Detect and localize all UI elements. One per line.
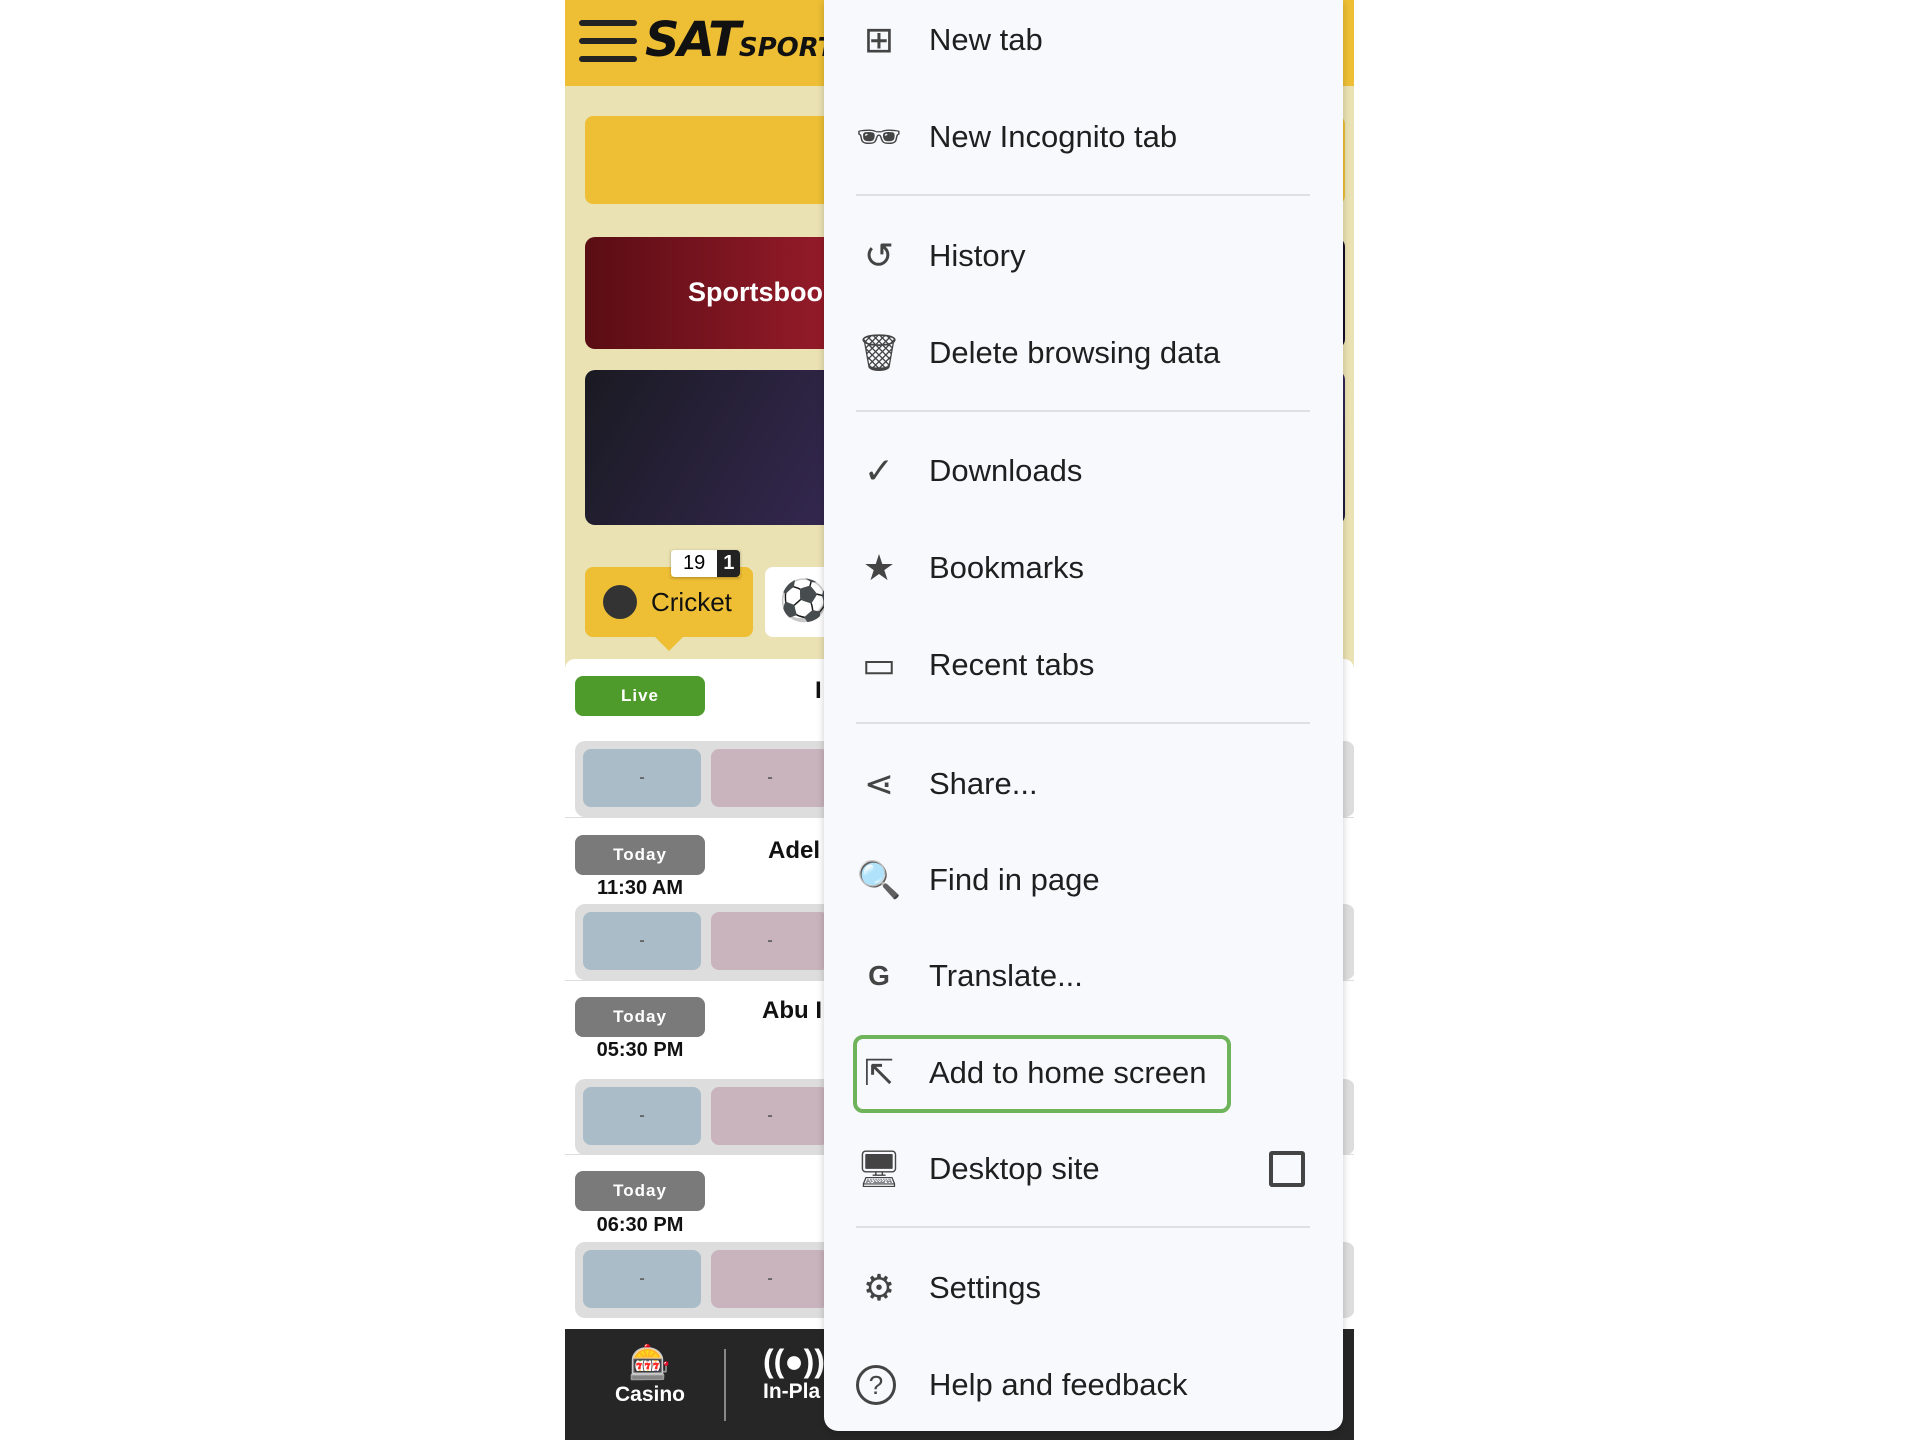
devices-icon: ▭	[861, 644, 896, 685]
trash-icon: 🗑	[856, 332, 902, 373]
menu-item-help-and-feedback[interactable]: ? Help and feedback	[824, 1340, 1343, 1430]
share-icon: ⋖	[863, 763, 895, 804]
menu-label: Share...	[929, 766, 1038, 801]
odds-back[interactable]: -	[583, 912, 701, 970]
match-count: 19	[671, 550, 718, 577]
nav-divider	[724, 1349, 726, 1421]
menu-item-new-incognito-tab[interactable]: 🕶 New Incognito tab	[824, 92, 1343, 182]
match-team[interactable]: Adel	[768, 837, 820, 865]
date-badge: Today	[575, 835, 705, 875]
desktop-icon: 🖥	[856, 1148, 902, 1189]
nav-casino[interactable]: 🎰 Casino	[595, 1343, 705, 1407]
menu-item-bookmarks[interactable]: ★ Bookmarks	[824, 523, 1343, 613]
menu-label: Downloads	[929, 453, 1083, 488]
football-icon: ⚽	[779, 579, 829, 623]
odds-back[interactable]: -	[583, 1087, 701, 1145]
menu-divider	[856, 722, 1310, 724]
menu-item-downloads[interactable]: ✓ Downloads	[824, 426, 1343, 516]
cricket-count-badge: 19 1	[671, 550, 741, 577]
menu-item-share[interactable]: ⋖ Share...	[824, 739, 1343, 829]
menu-label: Translate...	[929, 958, 1083, 993]
menu-item-translate[interactable]: G Translate...	[824, 931, 1343, 1021]
menu-item-new-tab[interactable]: ⊞ New tab	[824, 0, 1343, 85]
tab-cricket[interactable]: Cricket	[585, 567, 753, 651]
menu-label: Bookmarks	[929, 550, 1085, 585]
sportsbook-label: Sportsbook	[688, 277, 839, 307]
menu-item-add-to-home-screen[interactable]: ⇱ Add to home screen	[824, 1028, 1343, 1118]
menu-label: Add to home screen	[929, 1055, 1207, 1090]
logo-main: SAT	[645, 12, 741, 68]
menu-label: Settings	[929, 1270, 1042, 1305]
menu-item-settings[interactable]: ⚙ Settings	[824, 1243, 1343, 1333]
nav-label: Casino	[614, 1383, 685, 1406]
menu-label: Help and feedback	[929, 1367, 1188, 1402]
odds-lay[interactable]: -	[711, 912, 829, 970]
match-time: 11:30 AM	[597, 877, 683, 899]
menu-label: Recent tabs	[929, 647, 1095, 682]
menu-label: New tab	[929, 22, 1043, 57]
tab-label: Cricket	[651, 586, 732, 617]
browser-overflow-menu: ⊞ New tab 🕶 New Incognito tab ↺ History 🗑 De…	[824, 0, 1343, 1431]
menu-item-recent-tabs[interactable]: ▭ Recent tabs	[824, 620, 1343, 710]
menu-divider	[856, 194, 1310, 196]
match-time: 05:30 PM	[596, 1039, 684, 1061]
match-time: 06:30 PM	[596, 1214, 684, 1236]
odds-back[interactable]: -	[583, 749, 701, 807]
plus-box-icon: ⊞	[863, 19, 895, 60]
menu-item-find-in-page[interactable]: 🔍 Find in page	[824, 835, 1343, 925]
menu-divider	[856, 1226, 1310, 1228]
menu-item-desktop-site[interactable]: 🖥 Desktop site	[824, 1124, 1343, 1214]
odds-back[interactable]: -	[583, 1250, 701, 1308]
history-icon: ↺	[863, 235, 895, 276]
menu-label: Desktop site	[929, 1151, 1100, 1186]
star-icon: ★	[862, 547, 896, 588]
menu-divider	[856, 410, 1310, 412]
odds-lay[interactable]: -	[711, 1250, 829, 1308]
match-team[interactable]: I	[815, 677, 822, 705]
match-team[interactable]: Abu I	[762, 997, 822, 1025]
menu-label: New Incognito tab	[929, 119, 1178, 154]
help-icon: ?	[856, 1365, 896, 1405]
incognito-icon: 🕶	[856, 116, 902, 157]
odds-lay[interactable]: -	[711, 749, 829, 807]
download-check-icon: ✓	[863, 450, 895, 491]
hamburger-menu-icon[interactable]	[579, 20, 637, 62]
menu-label: Find in page	[929, 862, 1100, 897]
slot-machine-icon: 🎰	[628, 1344, 672, 1382]
menu-item-history[interactable]: ↺ History	[824, 211, 1343, 301]
menu-item-delete-browsing-data[interactable]: 🗑 Delete browsing data	[824, 308, 1343, 398]
desktop-site-checkbox[interactable]	[1269, 1151, 1305, 1187]
menu-label: History	[929, 238, 1026, 273]
live-badge: Live	[575, 676, 705, 716]
translate-icon: G	[868, 960, 890, 991]
find-in-page-icon: 🔍	[856, 859, 902, 900]
menu-label: Delete browsing data	[929, 335, 1221, 370]
add-to-home-icon: ⇱	[863, 1052, 895, 1093]
cricket-ball-icon	[603, 585, 637, 619]
gear-icon: ⚙	[862, 1267, 896, 1308]
odds-lay[interactable]: -	[711, 1087, 829, 1145]
date-badge: Today	[575, 1171, 705, 1211]
live-count: 1	[717, 550, 741, 577]
date-badge: Today	[575, 997, 705, 1037]
